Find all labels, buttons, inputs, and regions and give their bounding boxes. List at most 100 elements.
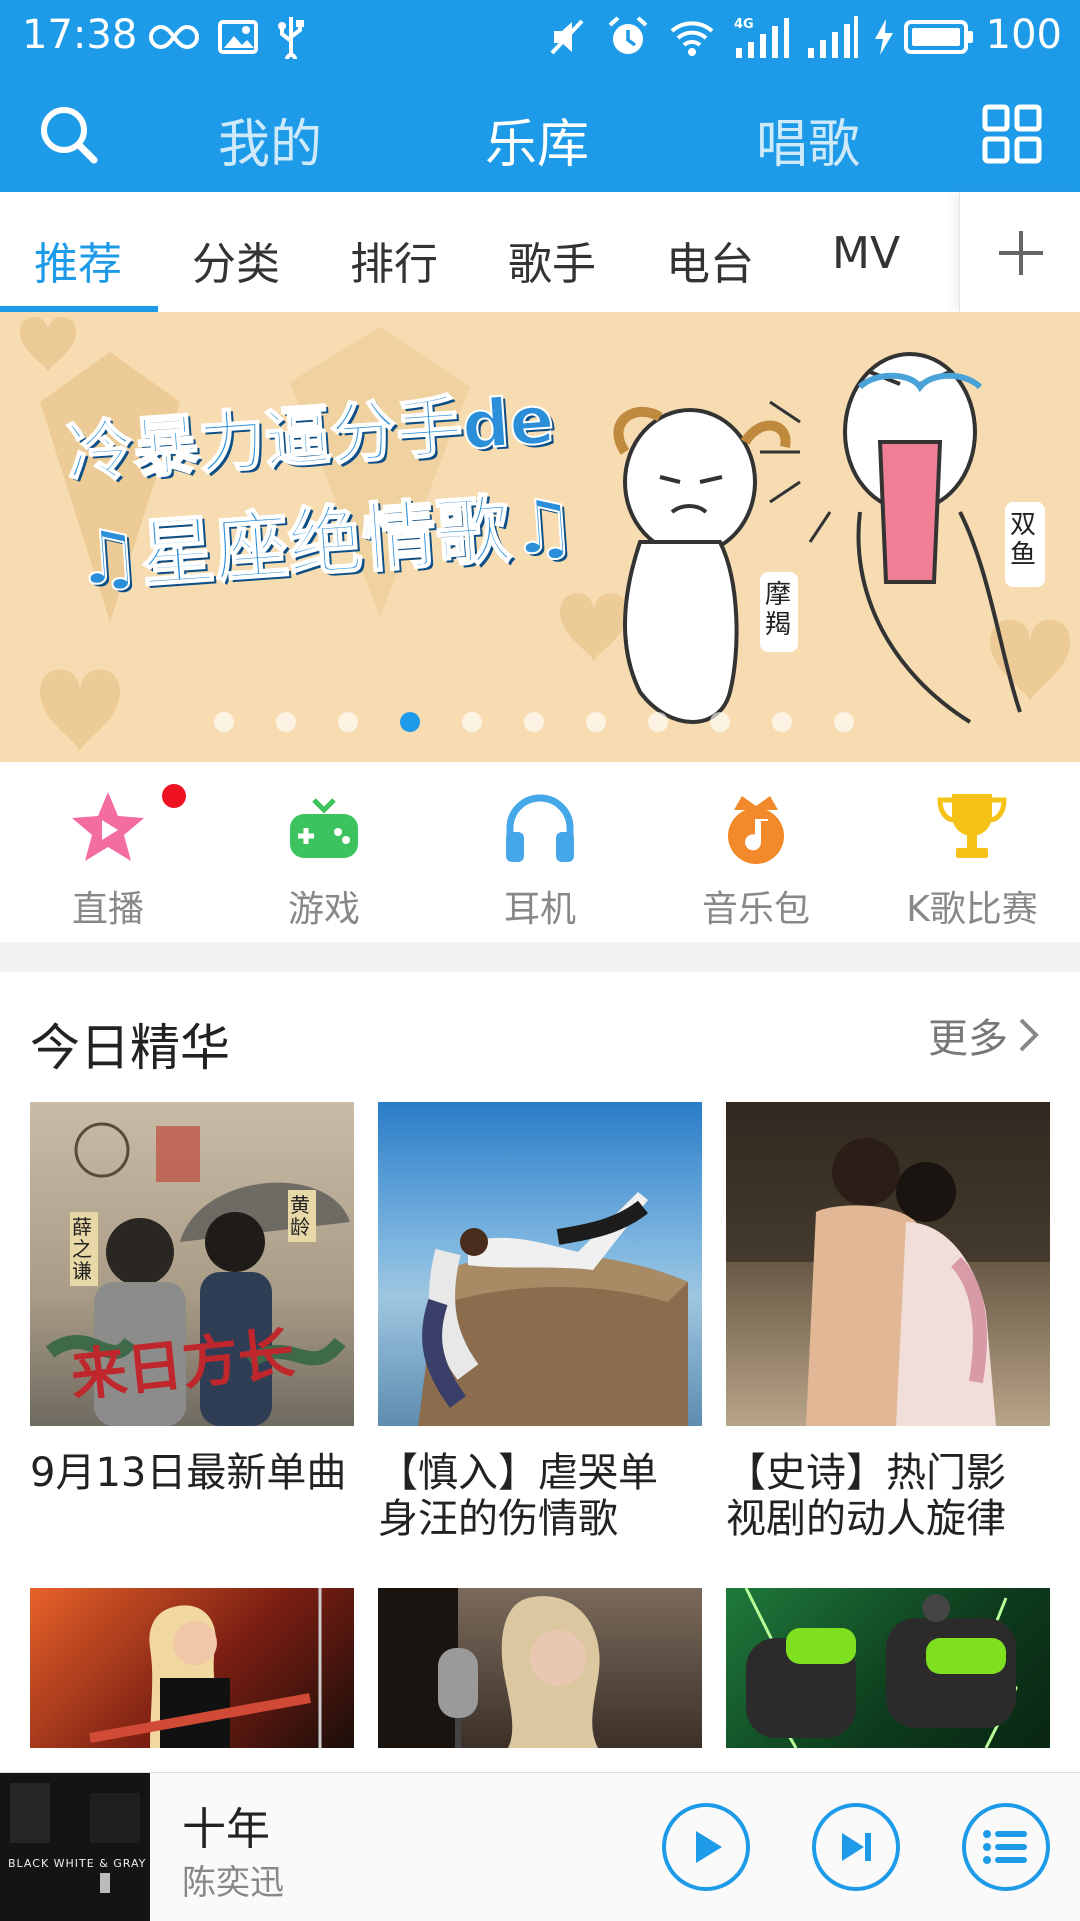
banner-pagination: [0, 712, 1080, 732]
usb-icon: [276, 14, 306, 60]
more-link[interactable]: 更多: [928, 1006, 1040, 1064]
trophy-icon: [937, 794, 1007, 858]
playlist-thumbnail: [378, 1588, 600, 1748]
pagination-dot[interactable]: [772, 712, 792, 732]
alarm-icon: [606, 14, 650, 60]
banner-tag-pisces: 双鱼: [1010, 510, 1037, 570]
quick-link-label: K歌比赛: [906, 889, 1038, 930]
playlist-card[interactable]: 【史诗】热门影 视剧的动人旋律: [726, 1102, 1050, 1542]
svg-text:4G: 4G: [734, 17, 754, 32]
pagination-dot[interactable]: [338, 712, 358, 732]
pagination-dot[interactable]: [834, 712, 854, 732]
playlist-title: 【史诗】热门影 视剧的动人旋律: [726, 1450, 1050, 1542]
pagination-dot-active[interactable]: [400, 712, 420, 732]
pagination-dot[interactable]: [214, 712, 234, 732]
quick-link-label: 直播: [71, 889, 144, 930]
charging-icon: [872, 14, 896, 60]
pagination-dot[interactable]: [648, 712, 668, 732]
playlist-thumbnail: [744, 1588, 1018, 1748]
promo-banner[interactable]: 冷暴力逼分手de ♫星座绝情歌♫ 摩羯 双鱼: [0, 312, 1080, 762]
quick-link-label: 耳机: [503, 889, 576, 930]
nav-tab-library[interactable]: 乐库: [485, 102, 589, 177]
playlist-card[interactable]: 【慎入】虐哭单 身汪的伤情歌: [378, 1102, 702, 1542]
nav-tab-mine[interactable]: 我的: [218, 102, 322, 177]
quick-links: 直播 游戏 耳机 音乐包 K歌比赛: [0, 762, 1080, 942]
search-icon[interactable]: [36, 102, 102, 172]
quick-link-live[interactable]: 直播: [8, 784, 208, 932]
playlist-title-line2: 视剧的动人旋律: [726, 1496, 1006, 1542]
chevron-right-icon: [1019, 1018, 1039, 1052]
playlist-icon: [983, 1830, 1027, 1864]
tab-category[interactable]: 分类: [192, 228, 280, 292]
playlist-title-line1: 9月13日最新单曲: [30, 1450, 347, 1496]
playlist-card[interactable]: 来日方长 薛之谦 黄龄 9月13日最新单曲: [30, 1102, 354, 1496]
tab-mv[interactable]: MV: [832, 228, 900, 279]
playlist-title: 【慎入】虐哭单 身汪的伤情歌: [378, 1450, 702, 1542]
banner-tag-capricorn: 摩羯: [765, 580, 792, 640]
apps-grid-icon[interactable]: [982, 104, 1042, 168]
play-button[interactable]: [662, 1803, 750, 1891]
music-pack-icon: [728, 796, 784, 864]
main-nav: 我的 乐库 唱歌: [0, 80, 1080, 192]
tab-ranking[interactable]: 排行: [350, 228, 438, 292]
signal-4g-icon: 4G: [732, 14, 790, 60]
playlist-button[interactable]: [962, 1803, 1050, 1891]
album-cover[interactable]: BLACK WHITE & GRAY: [0, 1773, 150, 1921]
status-bar: 17:38 4G 100: [0, 0, 1080, 78]
pagination-dot[interactable]: [462, 712, 482, 732]
playlist-title-line2: 身汪的伤情歌: [378, 1496, 618, 1542]
quick-link-headphones[interactable]: 耳机: [440, 788, 640, 932]
star-play-icon: [72, 792, 144, 861]
quick-link-karaoke-contest[interactable]: K歌比赛: [872, 788, 1072, 932]
pagination-dot[interactable]: [710, 712, 730, 732]
infinity-icon: [148, 14, 200, 60]
pagination-dot[interactable]: [524, 712, 544, 732]
quick-link-game[interactable]: 游戏: [224, 788, 424, 932]
playlist-card[interactable]: [726, 1588, 1050, 1748]
add-tab-button[interactable]: [959, 192, 1080, 312]
quick-link-music-pack[interactable]: 音乐包: [656, 788, 856, 932]
tab-recommend[interactable]: 推荐: [34, 228, 122, 292]
nav-tab-sing[interactable]: 唱歌: [756, 102, 860, 177]
playlist-title-line1: 【史诗】热门影: [726, 1450, 1006, 1496]
wifi-icon: [668, 14, 716, 60]
plus-icon: [999, 231, 1043, 275]
status-time: 17:38: [22, 12, 138, 58]
image-icon: [218, 14, 258, 60]
signal-icon: [806, 14, 858, 60]
banner-headline: 冷暴力逼分手de ♫星座绝情歌♫: [63, 364, 596, 607]
quick-link-label: 游戏: [287, 889, 360, 930]
song-artist: 陈奕迅: [182, 1863, 284, 1903]
mini-player[interactable]: BLACK WHITE & GRAY 十年 陈奕迅: [0, 1772, 1080, 1921]
playlist-title-line1: 【慎入】虐哭单: [378, 1450, 658, 1496]
playlist-thumbnail: [378, 1102, 702, 1426]
pagination-dot[interactable]: [586, 712, 606, 732]
song-title: 十年: [182, 1804, 270, 1855]
next-button[interactable]: [812, 1803, 900, 1891]
battery-percent: 100: [985, 12, 1062, 58]
quick-link-label: 音乐包: [701, 889, 810, 930]
notification-dot: [162, 784, 186, 808]
gamepad-icon: [290, 798, 358, 858]
thumbnail-tag-left: 薛之谦: [70, 1212, 98, 1286]
featured-section: 今日精华 更多 来日方长 薛之谦 黄龄 9月13日最新单曲 【慎入】虐哭单 身汪…: [0, 972, 1080, 1772]
playlist-card[interactable]: [378, 1588, 702, 1748]
album-cover-text: BLACK WHITE & GRAY: [8, 1857, 147, 1870]
more-link-label: 更多: [928, 1016, 1008, 1062]
thumbnail-tag-right: 黄龄: [288, 1190, 316, 1242]
skip-next-icon: [842, 1833, 871, 1861]
playlist-title: 9月13日最新单曲: [30, 1450, 354, 1496]
tab-singer[interactable]: 歌手: [508, 228, 596, 292]
mute-icon: [548, 14, 588, 60]
top-bar: 17:38 4G 100 我的 乐库 唱歌: [0, 0, 1080, 192]
playlist-thumbnail: 来日方长 薛之谦 黄龄: [30, 1102, 354, 1426]
battery-icon: [904, 14, 974, 60]
play-icon: [696, 1831, 722, 1863]
playlist-card[interactable]: [30, 1588, 354, 1748]
section-title: 今日精华: [30, 1019, 230, 1077]
tab-radio[interactable]: 电台: [666, 228, 754, 292]
headphones-icon: [506, 794, 574, 862]
pagination-dot[interactable]: [276, 712, 296, 732]
playlist-thumbnail: [89, 1588, 322, 1748]
sub-tab-bar: 推荐 分类 排行 歌手 电台 MV: [0, 192, 1080, 313]
